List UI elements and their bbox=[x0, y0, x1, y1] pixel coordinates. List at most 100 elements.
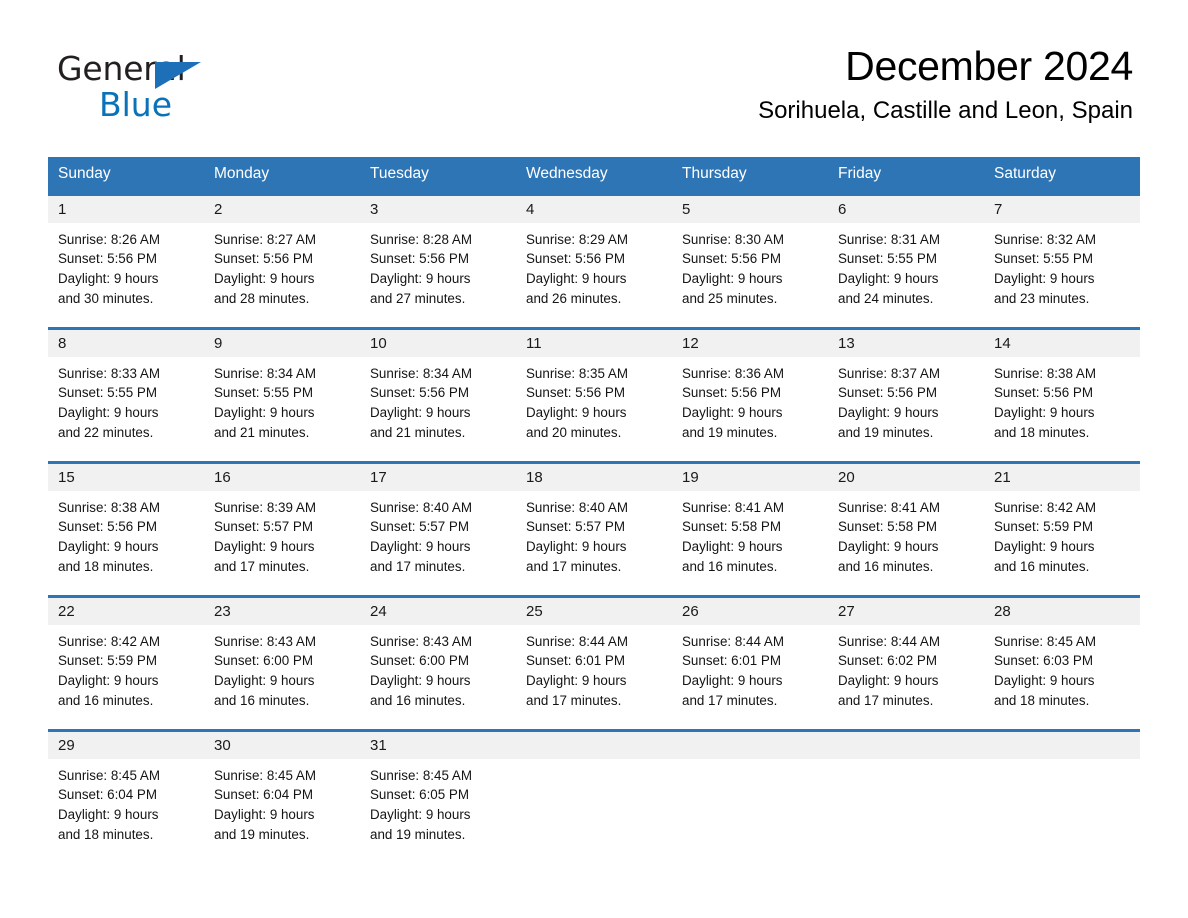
day-number: 22 bbox=[48, 597, 204, 625]
daylight-text-line2: and 18 minutes. bbox=[994, 692, 1090, 708]
day-details: Sunrise: 8:36 AM Sunset: 5:56 PM Dayligh… bbox=[672, 357, 828, 443]
weekday-wednesday: Wednesday bbox=[526, 165, 608, 182]
day-number: 15 bbox=[48, 463, 204, 491]
sunrise-text: Sunrise: 8:36 AM bbox=[682, 365, 784, 381]
day-number: 17 bbox=[360, 463, 516, 491]
day-number: 29 bbox=[48, 731, 204, 759]
day-cell[interactable]: 29 Sunrise: 8:45 AM Sunset: 6:04 PM Dayl… bbox=[48, 728, 204, 863]
day-cell[interactable]: 30 Sunrise: 8:45 AM Sunset: 6:04 PM Dayl… bbox=[204, 728, 360, 863]
day-cell[interactable]: 10 Sunrise: 8:34 AM Sunset: 5:56 PM Dayl… bbox=[360, 326, 516, 461]
day-cell-empty bbox=[672, 728, 828, 863]
day-number: 24 bbox=[360, 597, 516, 625]
day-cell[interactable]: 21 Sunrise: 8:42 AM Sunset: 5:59 PM Dayl… bbox=[984, 460, 1140, 595]
day-cell[interactable]: 16 Sunrise: 8:39 AM Sunset: 5:57 PM Dayl… bbox=[204, 460, 360, 595]
day-number bbox=[516, 731, 672, 759]
week-row: 15 Sunrise: 8:38 AM Sunset: 5:56 PM Dayl… bbox=[48, 460, 1140, 595]
day-number bbox=[672, 731, 828, 759]
day-cell[interactable]: 14 Sunrise: 8:38 AM Sunset: 5:56 PM Dayl… bbox=[984, 326, 1140, 461]
day-number: 31 bbox=[360, 731, 516, 759]
sunset-text: Sunset: 6:04 PM bbox=[58, 787, 157, 803]
daylight-text-line1: Daylight: 9 hours bbox=[214, 539, 315, 555]
day-cell[interactable]: 20 Sunrise: 8:41 AM Sunset: 5:58 PM Dayl… bbox=[828, 460, 984, 595]
day-details: Sunrise: 8:45 AM Sunset: 6:04 PM Dayligh… bbox=[204, 759, 360, 845]
daylight-text-line1: Daylight: 9 hours bbox=[58, 807, 159, 823]
sunset-text: Sunset: 6:00 PM bbox=[214, 653, 313, 669]
day-cell[interactable]: 15 Sunrise: 8:38 AM Sunset: 5:56 PM Dayl… bbox=[48, 460, 204, 595]
sunrise-text: Sunrise: 8:39 AM bbox=[214, 499, 316, 515]
daylight-text-line2: and 17 minutes. bbox=[526, 558, 622, 574]
day-cell[interactable]: 13 Sunrise: 8:37 AM Sunset: 5:56 PM Dayl… bbox=[828, 326, 984, 461]
day-cell[interactable]: 28 Sunrise: 8:45 AM Sunset: 6:03 PM Dayl… bbox=[984, 594, 1140, 729]
day-cell[interactable]: 5 Sunrise: 8:30 AM Sunset: 5:56 PM Dayli… bbox=[672, 192, 828, 327]
daylight-text-line2: and 21 minutes. bbox=[370, 424, 466, 440]
generalblue-logo[interactable]: General Blue bbox=[57, 52, 257, 121]
sunset-text: Sunset: 6:02 PM bbox=[838, 653, 937, 669]
sunrise-text: Sunrise: 8:33 AM bbox=[58, 365, 160, 381]
day-cell[interactable]: 19 Sunrise: 8:41 AM Sunset: 5:58 PM Dayl… bbox=[672, 460, 828, 595]
sunrise-text: Sunrise: 8:45 AM bbox=[370, 767, 472, 783]
day-details: Sunrise: 8:40 AM Sunset: 5:57 PM Dayligh… bbox=[516, 491, 672, 577]
day-cell[interactable]: 31 Sunrise: 8:45 AM Sunset: 6:05 PM Dayl… bbox=[360, 728, 516, 863]
daylight-text-line1: Daylight: 9 hours bbox=[526, 271, 627, 287]
weekday-tuesday: Tuesday bbox=[370, 165, 429, 182]
day-details: Sunrise: 8:33 AM Sunset: 5:55 PM Dayligh… bbox=[48, 357, 204, 443]
day-number: 23 bbox=[204, 597, 360, 625]
day-cell[interactable]: 17 Sunrise: 8:40 AM Sunset: 5:57 PM Dayl… bbox=[360, 460, 516, 595]
sunset-text: Sunset: 5:56 PM bbox=[838, 385, 937, 401]
day-cell[interactable]: 3 Sunrise: 8:28 AM Sunset: 5:56 PM Dayli… bbox=[360, 192, 516, 327]
day-cell[interactable]: 11 Sunrise: 8:35 AM Sunset: 5:56 PM Dayl… bbox=[516, 326, 672, 461]
day-cell[interactable]: 27 Sunrise: 8:44 AM Sunset: 6:02 PM Dayl… bbox=[828, 594, 984, 729]
day-cell[interactable]: 22 Sunrise: 8:42 AM Sunset: 5:59 PM Dayl… bbox=[48, 594, 204, 729]
daylight-text-line1: Daylight: 9 hours bbox=[994, 405, 1095, 421]
day-cell[interactable]: 7 Sunrise: 8:32 AM Sunset: 5:55 PM Dayli… bbox=[984, 192, 1140, 327]
daylight-text-line1: Daylight: 9 hours bbox=[214, 405, 315, 421]
sunrise-text: Sunrise: 8:31 AM bbox=[838, 231, 940, 247]
day-cell[interactable]: 18 Sunrise: 8:40 AM Sunset: 5:57 PM Dayl… bbox=[516, 460, 672, 595]
sunrise-text: Sunrise: 8:44 AM bbox=[682, 633, 784, 649]
sunset-text: Sunset: 5:59 PM bbox=[994, 519, 1093, 535]
sunset-text: Sunset: 5:56 PM bbox=[682, 251, 781, 267]
day-cell[interactable]: 9 Sunrise: 8:34 AM Sunset: 5:55 PM Dayli… bbox=[204, 326, 360, 461]
weekday-header-row: Sunday Monday Tuesday Wednesday Thursday… bbox=[48, 157, 1140, 193]
weekday-saturday: Saturday bbox=[994, 165, 1057, 182]
sunrise-text: Sunrise: 8:28 AM bbox=[370, 231, 472, 247]
daylight-text-line1: Daylight: 9 hours bbox=[370, 807, 471, 823]
day-number: 26 bbox=[672, 597, 828, 625]
day-cell[interactable]: 1 Sunrise: 8:26 AM Sunset: 5:56 PM Dayli… bbox=[48, 192, 204, 327]
day-cell[interactable]: 8 Sunrise: 8:33 AM Sunset: 5:55 PM Dayli… bbox=[48, 326, 204, 461]
day-details: Sunrise: 8:39 AM Sunset: 5:57 PM Dayligh… bbox=[204, 491, 360, 577]
daylight-text-line2: and 17 minutes. bbox=[838, 692, 934, 708]
day-number bbox=[828, 731, 984, 759]
day-number: 30 bbox=[204, 731, 360, 759]
daylight-text-line2: and 28 minutes. bbox=[214, 290, 310, 306]
weekday-sunday: Sunday bbox=[58, 165, 111, 182]
day-number: 9 bbox=[204, 329, 360, 357]
day-cell[interactable]: 26 Sunrise: 8:44 AM Sunset: 6:01 PM Dayl… bbox=[672, 594, 828, 729]
day-details: Sunrise: 8:44 AM Sunset: 6:01 PM Dayligh… bbox=[672, 625, 828, 711]
daylight-text-line2: and 30 minutes. bbox=[58, 290, 154, 306]
day-number: 1 bbox=[48, 195, 204, 223]
weekday-monday: Monday bbox=[214, 165, 270, 182]
sunset-text: Sunset: 5:58 PM bbox=[682, 519, 781, 535]
sunrise-text: Sunrise: 8:35 AM bbox=[526, 365, 628, 381]
day-cell[interactable]: 25 Sunrise: 8:44 AM Sunset: 6:01 PM Dayl… bbox=[516, 594, 672, 729]
daylight-text-line2: and 18 minutes. bbox=[58, 826, 154, 842]
sunset-text: Sunset: 5:56 PM bbox=[526, 251, 625, 267]
day-cell[interactable]: 23 Sunrise: 8:43 AM Sunset: 6:00 PM Dayl… bbox=[204, 594, 360, 729]
day-cell-empty bbox=[828, 728, 984, 863]
day-number: 28 bbox=[984, 597, 1140, 625]
day-cell[interactable]: 6 Sunrise: 8:31 AM Sunset: 5:55 PM Dayli… bbox=[828, 192, 984, 327]
calendar-grid: Sunday Monday Tuesday Wednesday Thursday… bbox=[48, 157, 1140, 863]
day-cell[interactable]: 24 Sunrise: 8:43 AM Sunset: 6:00 PM Dayl… bbox=[360, 594, 516, 729]
sunrise-text: Sunrise: 8:34 AM bbox=[214, 365, 316, 381]
daylight-text-line2: and 17 minutes. bbox=[370, 558, 466, 574]
day-cell[interactable]: 2 Sunrise: 8:27 AM Sunset: 5:56 PM Dayli… bbox=[204, 192, 360, 327]
day-details: Sunrise: 8:45 AM Sunset: 6:03 PM Dayligh… bbox=[984, 625, 1140, 711]
daylight-text-line2: and 19 minutes. bbox=[838, 424, 934, 440]
sunset-text: Sunset: 5:57 PM bbox=[214, 519, 313, 535]
daylight-text-line1: Daylight: 9 hours bbox=[838, 539, 939, 555]
day-number: 25 bbox=[516, 597, 672, 625]
day-cell[interactable]: 4 Sunrise: 8:29 AM Sunset: 5:56 PM Dayli… bbox=[516, 192, 672, 327]
day-cell[interactable]: 12 Sunrise: 8:36 AM Sunset: 5:56 PM Dayl… bbox=[672, 326, 828, 461]
daylight-text-line2: and 16 minutes. bbox=[214, 692, 310, 708]
